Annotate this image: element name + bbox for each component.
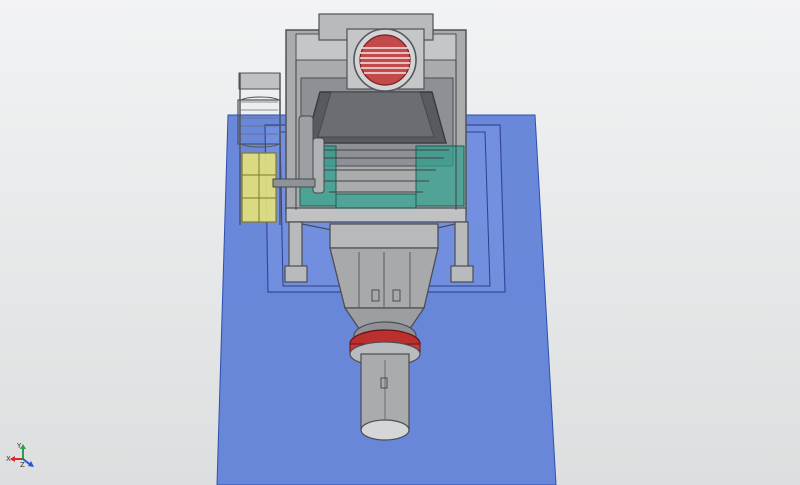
axis-triad-icon (10, 444, 34, 467)
y-axis-label: Y (17, 442, 22, 450)
axis-triad: X Y Z (6, 436, 46, 476)
outlet-stack (349, 321, 421, 441)
cad-3d-viewport[interactable]: X Y Z (0, 0, 800, 485)
z-axis-label: Z (20, 461, 25, 469)
model-scene[interactable] (0, 0, 800, 485)
x-axis-label: X (6, 455, 11, 463)
inlet-duct (346, 28, 425, 92)
